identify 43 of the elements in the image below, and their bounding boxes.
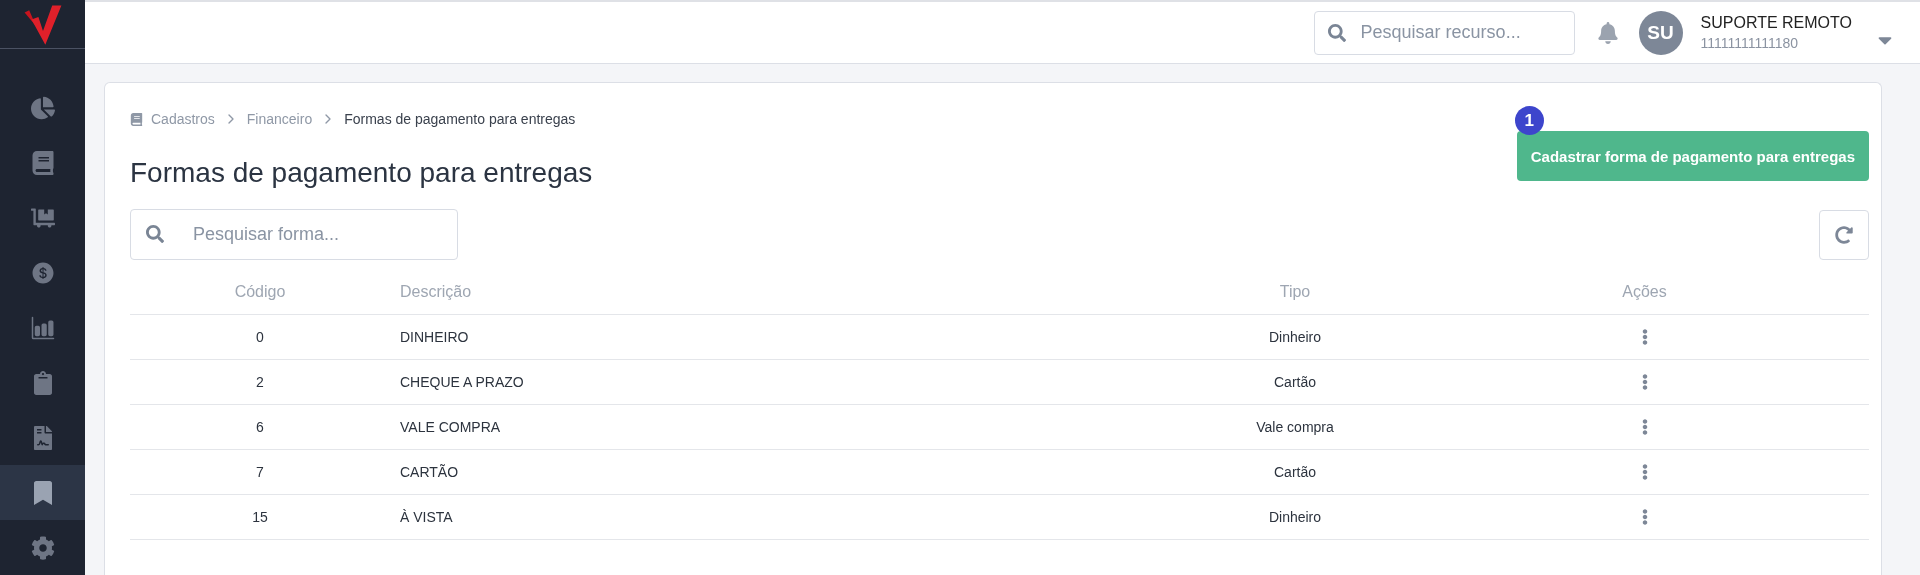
breadcrumb-link[interactable]: Financeiro	[246, 111, 313, 127]
table-cell: 0	[130, 315, 390, 360]
user-avatar[interactable]: SU	[1638, 10, 1683, 55]
dollar-icon	[30, 260, 55, 285]
breadcrumb-link[interactable]: Cadastros	[151, 111, 215, 127]
table-cell: 7	[130, 450, 390, 495]
sidebar-item[interactable]	[0, 465, 85, 520]
table-cell: Cartão	[1170, 360, 1420, 405]
search-icon	[146, 225, 164, 243]
table-cell: À VISTA	[390, 495, 1170, 540]
bar-chart-icon	[30, 315, 55, 340]
user-name: SUPORTE REMOTO	[1700, 14, 1852, 32]
column-header: Tipo	[1170, 270, 1420, 315]
refresh-button[interactable]	[1819, 209, 1869, 260]
table-cell: CARTÃO	[390, 450, 1170, 495]
step-badge: 1	[1514, 106, 1544, 135]
pie-chart-icon	[30, 95, 55, 120]
table-cell: VALE COMPRA	[390, 405, 1170, 450]
book-icon	[30, 150, 55, 175]
create-button[interactable]: Cadastrar forma de pagamento para entregas	[1516, 131, 1869, 181]
search-field[interactable]: Pesquisar recurso...	[1313, 10, 1575, 55]
dolly-icon	[30, 205, 55, 230]
table-cell: 15	[130, 495, 390, 540]
bell-icon[interactable]	[1596, 21, 1619, 44]
refresh-icon	[1835, 225, 1853, 244]
column-header: Ações	[1420, 270, 1869, 315]
settings-icon	[30, 535, 55, 560]
book-icon	[130, 112, 143, 126]
table-cell: Dinheiro	[1170, 315, 1420, 360]
column-header: Descrição	[390, 270, 1170, 315]
table-cell: Dinheiro	[1170, 495, 1420, 540]
table-cell: Cartão	[1170, 450, 1420, 495]
column-header: Código	[130, 270, 390, 315]
page-title: Formas de pagamento para entregas	[130, 157, 593, 189]
search-field[interactable]: Pesquisar forma...	[130, 209, 458, 260]
table-cell: CHEQUE A PRAZO	[390, 360, 1170, 405]
table-cell: 2	[130, 360, 390, 405]
table-cell: DINHEIRO	[390, 315, 1170, 360]
table-cell: Vale compra	[1170, 405, 1420, 450]
table-cell: 6	[130, 405, 390, 450]
search-icon	[1327, 23, 1346, 42]
user-id: 11111111111180	[1700, 35, 1800, 51]
breadcrumb-current: Formas de pagamento para entregas	[344, 111, 576, 127]
